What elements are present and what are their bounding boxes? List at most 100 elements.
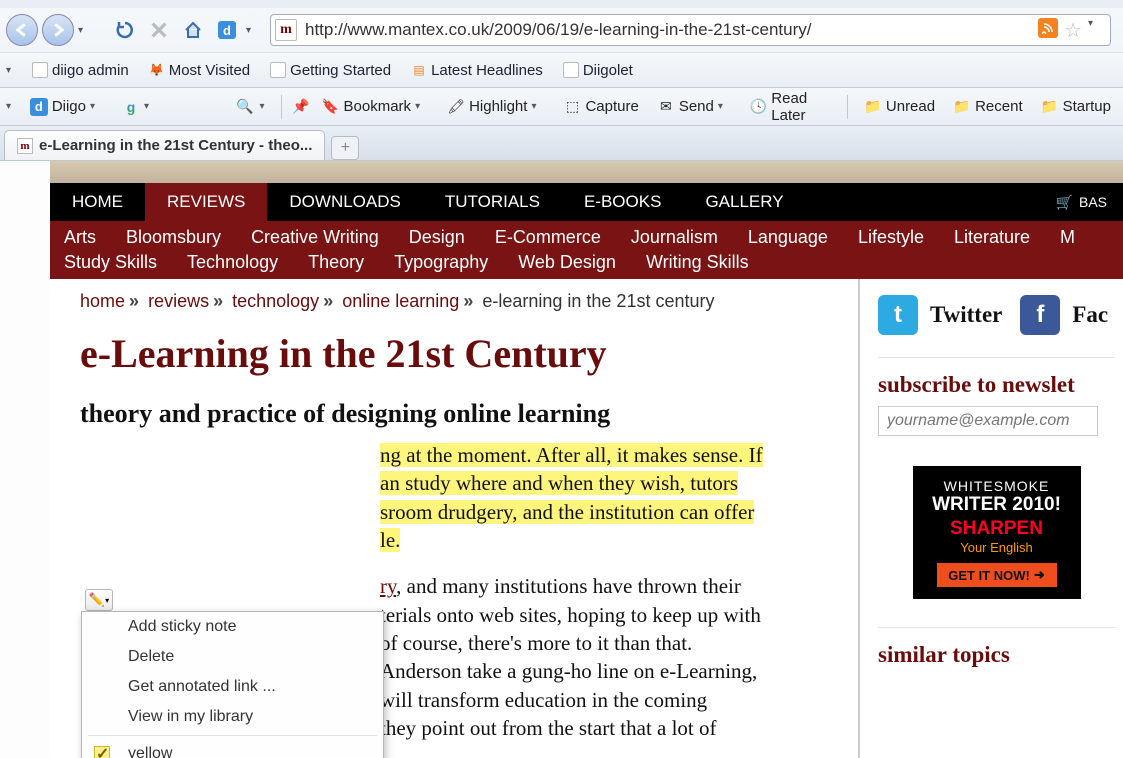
urlbar-dropdown[interactable]: ▾ <box>1088 18 1102 43</box>
bookmark-getting-started[interactable]: Getting Started <box>262 59 399 82</box>
diigo-label: Capture <box>585 98 638 115</box>
nav-home[interactable]: HOME <box>50 183 145 221</box>
subnav-ecommerce[interactable]: E-Commerce <box>495 227 601 248</box>
menu-get-annotated-link[interactable]: Get annotated link ... <box>82 672 383 702</box>
rss-icon: ▤ <box>411 62 427 78</box>
arrow-icon: ➜ <box>1034 567 1045 583</box>
rss-icon[interactable] <box>1038 18 1058 38</box>
facebook-button[interactable]: f <box>1020 295 1060 335</box>
folder-icon: 📁 <box>1041 98 1059 116</box>
nav-label: BAS <box>1079 194 1107 210</box>
nav-basket[interactable]: 🛒BAS <box>1038 183 1123 221</box>
twitter-button[interactable]: t <box>878 295 918 335</box>
diigo-icon: d <box>218 21 236 39</box>
tab-active[interactable]: m e-Learning in the 21st Century - theo.… <box>4 130 325 160</box>
subnav-theory[interactable]: Theory <box>308 252 364 273</box>
send-icon: ✉ <box>657 98 675 116</box>
forward-button[interactable] <box>42 14 74 46</box>
bc-home[interactable]: home <box>80 291 125 311</box>
search-dropdown[interactable]: ▾ <box>259 101 271 112</box>
menu-color-yellow[interactable]: ✓ yellow <box>82 739 383 758</box>
diigo-home-dropdown[interactable]: ▾ <box>246 25 260 36</box>
diigo-label: Send <box>679 98 714 115</box>
diigo-toolbar-overflow[interactable]: ▾ <box>6 101 18 112</box>
highlight-context-menu: Add sticky note Delete Get annotated lin… <box>81 611 384 758</box>
article-link[interactable]: ry <box>380 574 396 598</box>
menu-view-in-library[interactable]: View in my library <box>82 702 383 732</box>
nav-downloads[interactable]: DOWNLOADS <box>267 183 422 221</box>
menu-label: yellow <box>128 745 172 758</box>
subnav-literature[interactable]: Literature <box>954 227 1030 248</box>
page-viewport: HOME REVIEWS DOWNLOADS TUTORIALS E-BOOKS… <box>0 161 1123 758</box>
subnav-study-skills[interactable]: Study Skills <box>64 252 157 273</box>
subnav-bloomsbury[interactable]: Bloomsbury <box>126 227 221 248</box>
diigo-send[interactable]: ✉Send▾ <box>651 95 738 119</box>
highlight-icon: 🖍 <box>447 98 465 116</box>
menu-separator <box>88 735 377 736</box>
diigo-home-button[interactable]: d <box>212 15 242 45</box>
diigo-highlight[interactable]: 🖍Highlight▾ <box>441 95 551 119</box>
subnav-technology[interactable]: Technology <box>187 252 278 273</box>
diigo-bookmark[interactable]: 🔖Bookmark▾ <box>316 95 436 119</box>
diigo-icon: d <box>30 98 48 116</box>
diigo-label: Startup <box>1063 98 1111 115</box>
highlighted-text[interactable]: an study where and when they wish, tutor… <box>380 471 738 495</box>
bookmark-star-icon[interactable]: ☆ <box>1064 18 1082 43</box>
bookmarks-overflow[interactable]: ▾ <box>6 65 20 76</box>
nav-ebooks[interactable]: E-BOOKS <box>562 183 683 221</box>
subnav-lifestyle[interactable]: Lifestyle <box>858 227 924 248</box>
highlighted-text[interactable]: sroom drudgery, and the institution can … <box>380 500 754 524</box>
home-button[interactable] <box>178 15 208 45</box>
bc-reviews[interactable]: reviews <box>148 291 209 311</box>
subscribe-heading: subscribe to newslet <box>878 357 1115 398</box>
facebook-label: Fac <box>1072 302 1108 328</box>
bc-technology[interactable]: technology <box>232 291 319 311</box>
diigo-search[interactable]: g▾ <box>116 95 164 119</box>
diigo-read-later[interactable]: 🕓Read Later <box>744 87 837 127</box>
subnav-writing-skills[interactable]: Writing Skills <box>646 252 749 273</box>
subnav-design[interactable]: Design <box>409 227 465 248</box>
bookmark-most-visited[interactable]: 🦊Most Visited <box>141 59 258 82</box>
checkmark-icon: ✓ <box>96 744 109 758</box>
reload-button[interactable] <box>110 15 140 45</box>
bookmark-diigo-admin[interactable]: diigo admin <box>24 59 137 82</box>
diigo-startup[interactable]: 📁Startup <box>1035 95 1117 119</box>
nav-gallery[interactable]: GALLERY <box>683 183 805 221</box>
nav-reviews[interactable]: REVIEWS <box>145 183 267 221</box>
sidebar-ad[interactable]: WHITESMOKE WRITER 2010! SHARPEN Your Eng… <box>913 466 1081 599</box>
search-icon[interactable]: 🔍 <box>236 98 253 116</box>
back-button[interactable] <box>6 14 38 46</box>
menu-add-sticky-note[interactable]: Add sticky note <box>82 612 383 642</box>
highlighted-text[interactable]: le. <box>380 528 400 552</box>
pin-icon[interactable]: 📌 <box>292 98 309 116</box>
folder-icon: 📁 <box>953 98 971 116</box>
menu-delete[interactable]: Delete <box>82 642 383 672</box>
new-tab-button[interactable]: + <box>331 136 359 160</box>
url-input[interactable] <box>297 20 1034 40</box>
bookmark-latest-headlines[interactable]: ▤Latest Headlines <box>403 59 551 82</box>
diigo-capture[interactable]: ⬚Capture <box>557 95 644 119</box>
google-icon: g <box>122 98 140 116</box>
subnav-creative-writing[interactable]: Creative Writing <box>251 227 379 248</box>
bc-online-learning[interactable]: online learning <box>342 291 459 311</box>
nav-tutorials[interactable]: TUTORIALS <box>423 183 562 221</box>
diigo-label: Bookmark <box>344 98 412 115</box>
subnav-journalism[interactable]: Journalism <box>631 227 718 248</box>
ad-cta-button[interactable]: GET IT NOW!➜ <box>937 563 1057 587</box>
bookmark-diigolet[interactable]: Diigolet <box>555 59 641 82</box>
subnav-arts[interactable]: Arts <box>64 227 96 248</box>
page-icon <box>270 62 286 78</box>
history-dropdown[interactable]: ▾ <box>78 25 92 36</box>
subnav-typography[interactable]: Typography <box>394 252 488 273</box>
diigo-recent[interactable]: 📁Recent <box>947 95 1029 119</box>
highlight-edit-button[interactable]: ✏️▾ <box>85 589 113 611</box>
diigo-unread[interactable]: 📁Unread <box>858 95 941 119</box>
diigo-menu[interactable]: dDiigo▾ <box>24 95 110 119</box>
diigo-label: Diigo <box>52 98 86 115</box>
subnav-language[interactable]: Language <box>748 227 828 248</box>
page-icon <box>563 62 579 78</box>
article-paragraph: ry, and many institutions have thrown th… <box>380 572 828 742</box>
subnav-web-design[interactable]: Web Design <box>518 252 616 273</box>
newsletter-email-input[interactable] <box>878 406 1098 436</box>
highlighted-text[interactable]: ng at the moment. After all, it makes se… <box>380 443 763 467</box>
